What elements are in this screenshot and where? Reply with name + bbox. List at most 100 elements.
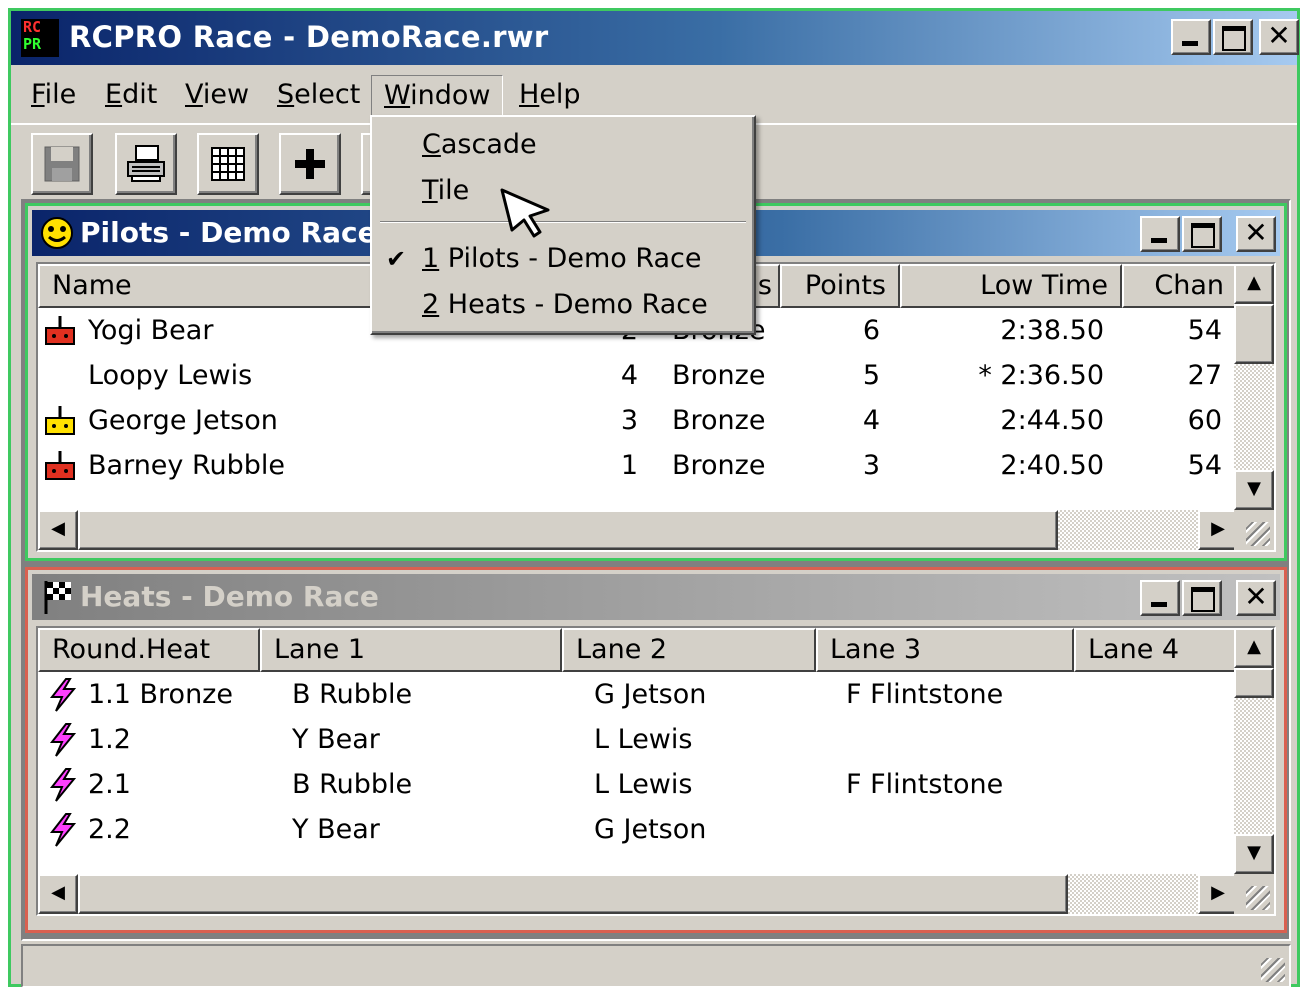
resize-grip[interactable] bbox=[1234, 874, 1274, 914]
pilot-points: 3 bbox=[862, 450, 880, 481]
menu-item-window-heats-label: Heats - Demo Race bbox=[439, 289, 708, 320]
menu-help-key: H bbox=[519, 79, 540, 110]
column-header-low-time[interactable]: Low Time bbox=[900, 264, 1122, 308]
menu-item-window-pilots[interactable]: ✔ 1 Pilots - Demo Race bbox=[372, 237, 754, 281]
scroll-track[interactable] bbox=[1058, 510, 1198, 550]
table-row[interactable]: 2.1 B Rubble L Lewis F Flintstone bbox=[38, 762, 1238, 807]
lightning-flag-icon bbox=[46, 677, 80, 713]
menu-edit-label: dit bbox=[122, 79, 158, 110]
heats-window: Heats - Demo Race ✕ Round.Heat Lane 1 La… bbox=[25, 567, 1287, 933]
pilot-low-time: 2:40.50 bbox=[1000, 450, 1104, 481]
menu-item-cascade-key: C bbox=[422, 129, 441, 160]
menu-file[interactable]: File bbox=[19, 75, 88, 117]
column-header-lane-1[interactable]: Lane 1 bbox=[260, 628, 562, 672]
table-row[interactable]: Loopy Lewis 4 Bronze 5 * 2:36.50 27 bbox=[38, 353, 1238, 398]
menu-item-cascade[interactable]: Cascade bbox=[372, 123, 754, 167]
heats-close-button[interactable]: ✕ bbox=[1236, 580, 1276, 616]
scroll-left-button[interactable]: ◀ bbox=[38, 874, 78, 914]
heats-maximize-button[interactable] bbox=[1182, 580, 1222, 616]
menu-view[interactable]: View bbox=[173, 75, 261, 117]
heats-window-titlebar[interactable]: Heats - Demo Race ✕ bbox=[32, 574, 1280, 620]
column-header-lane-3[interactable]: Lane 3 bbox=[816, 628, 1074, 672]
save-button[interactable] bbox=[31, 133, 93, 195]
app-titlebar[interactable]: RC PR RCPRO Race - DemoRace.rwr ✕ bbox=[11, 11, 1299, 65]
lightning-flag-icon bbox=[46, 767, 80, 803]
heat-round: 1.1 Bronze bbox=[88, 679, 233, 710]
add-button[interactable] bbox=[279, 133, 341, 195]
red-transmitter-icon bbox=[45, 316, 75, 345]
heats-horizontal-scrollbar[interactable]: ◀ ▶ bbox=[38, 874, 1238, 914]
red-transmitter-icon bbox=[45, 451, 75, 480]
scroll-down-button[interactable]: ▼ bbox=[1234, 834, 1274, 874]
menu-window[interactable]: Window bbox=[371, 75, 504, 117]
status-resize-grip[interactable] bbox=[1249, 946, 1289, 986]
scroll-thumb[interactable] bbox=[1234, 668, 1274, 698]
menu-item-tile-key: T bbox=[422, 175, 438, 206]
pilot-class: Bronze bbox=[672, 450, 766, 481]
print-button[interactable] bbox=[115, 133, 177, 195]
pilots-horizontal-scrollbar[interactable]: ◀ ▶ bbox=[38, 510, 1238, 550]
menu-help[interactable]: Help bbox=[507, 75, 593, 117]
grid-button[interactable] bbox=[197, 133, 259, 195]
table-row[interactable]: George Jetson 3 Bronze 4 2:44.50 60 bbox=[38, 398, 1238, 443]
maximize-button[interactable] bbox=[1213, 19, 1253, 55]
column-header-points[interactable]: Points bbox=[780, 264, 900, 308]
yellow-transmitter-icon bbox=[45, 406, 75, 435]
pilot-chan: 27 bbox=[1187, 360, 1222, 391]
checkmark-icon: ✔ bbox=[386, 245, 407, 273]
menu-item-tile[interactable]: Tile bbox=[372, 169, 754, 213]
table-row[interactable]: 1.1 Bronze B Rubble G Jetson F Flintston… bbox=[38, 672, 1238, 717]
heat-round: 1.2 bbox=[88, 724, 131, 755]
scroll-down-button[interactable]: ▼ bbox=[1234, 470, 1274, 510]
scroll-up-button[interactable]: ▲ bbox=[1234, 264, 1274, 304]
scroll-track[interactable] bbox=[1068, 874, 1198, 914]
menu-select[interactable]: Select bbox=[265, 75, 372, 117]
pilots-maximize-button[interactable] bbox=[1182, 216, 1222, 252]
column-header-round-heat[interactable]: Round.Heat bbox=[38, 628, 260, 672]
menu-view-key: V bbox=[185, 79, 203, 110]
table-row[interactable]: 2.2 Y Bear G Jetson bbox=[38, 807, 1238, 852]
add-icon bbox=[295, 149, 325, 179]
heat-lane-2: L Lewis bbox=[594, 724, 693, 755]
heats-list[interactable]: Round.Heat Lane 1 Lane 2 Lane 3 Lane 4 1… bbox=[36, 626, 1276, 916]
scroll-thumb[interactable] bbox=[1234, 304, 1274, 364]
heats-vertical-scrollbar[interactable]: ▲ ▼ bbox=[1234, 628, 1274, 874]
app-icon-text-top: RC bbox=[23, 18, 42, 36]
menu-window-key: W bbox=[384, 80, 411, 111]
minimize-button[interactable] bbox=[1171, 19, 1211, 55]
column-header-class-fragment: s bbox=[757, 270, 772, 301]
pilot-low-time: 2:44.50 bbox=[1000, 405, 1104, 436]
pilots-close-button[interactable]: ✕ bbox=[1236, 216, 1276, 252]
pilot-class: Bronze bbox=[672, 405, 766, 436]
scroll-thumb[interactable] bbox=[78, 510, 1058, 550]
scroll-left-button[interactable]: ◀ bbox=[38, 510, 78, 550]
pilots-minimize-button[interactable] bbox=[1140, 216, 1180, 252]
pilots-window-title: Pilots - Demo Race bbox=[80, 216, 377, 249]
menu-item-window-heats[interactable]: 2 Heats - Demo Race bbox=[372, 283, 754, 327]
scroll-up-button[interactable]: ▲ bbox=[1234, 628, 1274, 668]
heats-minimize-button[interactable] bbox=[1140, 580, 1180, 616]
heat-lane-1: B Rubble bbox=[292, 679, 413, 710]
heat-round: 2.2 bbox=[88, 814, 131, 845]
scroll-track[interactable] bbox=[1234, 698, 1274, 834]
pilot-chan: 54 bbox=[1187, 450, 1222, 481]
menu-edit[interactable]: Edit bbox=[93, 75, 169, 117]
column-header-chan[interactable]: Chan bbox=[1122, 264, 1238, 308]
pilot-class: Bronze bbox=[672, 360, 766, 391]
menu-item-tile-label: ile bbox=[437, 175, 470, 206]
scroll-thumb[interactable] bbox=[78, 874, 1068, 914]
column-header-lane-4[interactable]: Lane 4 bbox=[1074, 628, 1240, 672]
pilots-vertical-scrollbar[interactable]: ▲ ▼ bbox=[1234, 264, 1274, 510]
status-bar bbox=[21, 944, 1291, 987]
scroll-right-button[interactable]: ▶ bbox=[1198, 510, 1238, 550]
scroll-track[interactable] bbox=[1234, 364, 1274, 470]
column-header-lane-2[interactable]: Lane 2 bbox=[562, 628, 816, 672]
heat-lane-2: L Lewis bbox=[594, 769, 693, 800]
scroll-right-button[interactable]: ▶ bbox=[1198, 874, 1238, 914]
resize-grip[interactable] bbox=[1234, 510, 1274, 550]
smiley-icon bbox=[41, 217, 73, 249]
table-row[interactable]: 1.2 Y Bear L Lewis bbox=[38, 717, 1238, 762]
table-row[interactable]: Barney Rubble 1 Bronze 3 2:40.50 54 bbox=[38, 443, 1238, 488]
heat-lane-1: B Rubble bbox=[292, 769, 413, 800]
close-button[interactable]: ✕ bbox=[1259, 19, 1299, 55]
